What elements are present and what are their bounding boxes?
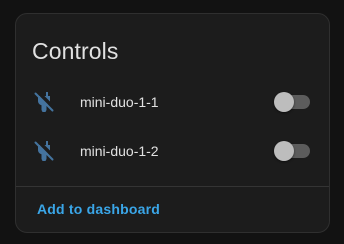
entity-row[interactable]: mini-duo-1-2 xyxy=(16,131,329,171)
entity-row[interactable]: mini-duo-1-1 xyxy=(16,82,329,122)
power-plug-off-icon[interactable] xyxy=(32,139,56,163)
card-actions-divider xyxy=(16,186,329,187)
card-title: Controls xyxy=(32,38,119,64)
toggle-thumb xyxy=(274,141,294,161)
controls-card: Controls mini-duo-1-1 mini-duo-1-2 Add t… xyxy=(15,13,330,233)
toggle-thumb xyxy=(274,92,294,112)
entity-name: mini-duo-1-2 xyxy=(80,143,159,159)
add-to-dashboard-button[interactable]: Add to dashboard xyxy=(29,195,168,223)
power-plug-off-icon[interactable] xyxy=(32,90,56,114)
entity-toggle-switch[interactable] xyxy=(274,140,310,162)
entity-toggle-switch[interactable] xyxy=(274,91,310,113)
entity-name: mini-duo-1-1 xyxy=(80,94,159,110)
